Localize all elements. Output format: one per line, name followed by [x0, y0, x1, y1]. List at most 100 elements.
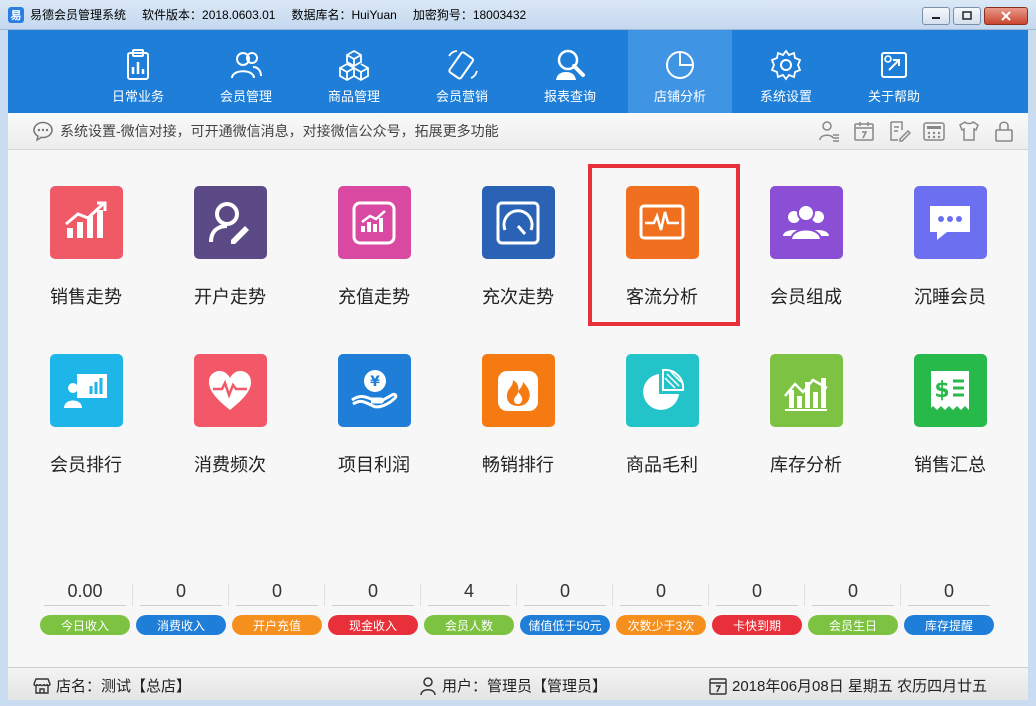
software-version: 软件版本：2018.0603.01	[142, 8, 276, 22]
stat-member-birthday[interactable]: 0 会员生日	[807, 578, 899, 635]
nav-system-settings[interactable]: 系统设置	[734, 30, 838, 113]
nav-member-management[interactable]: 会员管理	[194, 30, 298, 113]
minimize-button[interactable]	[922, 7, 950, 25]
tile-label: 充值走势	[338, 287, 410, 307]
dongle-number: 加密狗号：18003432	[412, 8, 527, 22]
stat-inventory-alert[interactable]: 0 库存提醒	[903, 578, 995, 635]
stat-badge: 消费收入	[136, 615, 226, 635]
tile-bestseller-ranking[interactable]: 畅销排行	[453, 354, 583, 477]
tile-icon-bg	[193, 354, 267, 427]
tile-icon-bg: ¥	[337, 354, 411, 427]
stat-value: 0	[943, 581, 954, 601]
window-controls	[922, 7, 1028, 25]
tile-sales-summary[interactable]: $ 销售汇总	[885, 354, 1015, 477]
tile-label: 沉睡会员	[914, 287, 986, 307]
stat-times-below-3[interactable]: 0 次数少于3次	[615, 578, 707, 635]
calendar-icon[interactable]	[852, 119, 876, 143]
stat-account-recharge[interactable]: 0 开户充值	[231, 578, 323, 635]
keypad-icon[interactable]	[922, 119, 946, 143]
stat-value: 0	[559, 581, 570, 601]
cubes-icon	[339, 49, 369, 82]
receipt-dollar-icon: $	[931, 370, 969, 410]
tile-account-opening-trend[interactable]: 开户走势	[165, 186, 295, 309]
close-button[interactable]	[984, 7, 1028, 25]
tile-label: 销售汇总	[914, 455, 986, 475]
nav-product-management[interactable]: 商品管理	[302, 30, 406, 113]
tile-icon-bg: $	[913, 354, 987, 427]
store-analysis-panel: 销售走势 开户走势 充值走势 充次走势 客流分析 会员组成 沉睡会员 会员排行 …	[8, 150, 1028, 667]
stat-divider	[524, 605, 606, 606]
current-date: 2018年06月08日 星期五 农历四月廿五	[708, 675, 987, 696]
tile-label: 库存分析	[770, 455, 842, 475]
tile-dormant-members[interactable]: 沉睡会员	[885, 186, 1015, 309]
user-edit-icon	[209, 201, 249, 244]
nav-label: 会员营销	[435, 89, 488, 104]
pie-chart-icon	[666, 51, 694, 79]
stat-divider	[140, 605, 222, 606]
hand-coin-icon: ¥	[351, 369, 398, 408]
app-name: 易德会员管理系统	[30, 8, 127, 22]
quick-tools	[817, 119, 1016, 143]
user-list-icon[interactable]	[817, 119, 841, 143]
calendar-icon	[709, 677, 727, 695]
notice-text[interactable]: 系统设置-微信对接，可开通微信消息，对接微信公众号，拓展更多功能	[60, 121, 499, 141]
lock-icon[interactable]	[992, 119, 1016, 143]
rising-bar-chart-icon	[65, 201, 107, 238]
shirt-icon[interactable]	[957, 119, 981, 143]
store-name-text: 店名：测试【总店】	[56, 678, 192, 695]
stat-cash-income[interactable]: 0 现金收入	[327, 578, 419, 635]
pulse-monitor-icon	[639, 204, 685, 239]
chart-frame-icon	[352, 201, 396, 244]
nav-daily-business[interactable]: 日常业务	[86, 30, 190, 113]
stat-badge: 卡快到期	[712, 615, 802, 635]
tile-customer-flow-analysis[interactable]: 客流分析	[597, 186, 727, 309]
svg-text:$: $	[934, 378, 949, 403]
stat-value: 0.00	[67, 581, 103, 601]
search-person-icon	[556, 49, 585, 80]
tile-project-profit[interactable]: ¥ 项目利润	[309, 354, 439, 477]
stat-badge: 次数少于3次	[616, 615, 706, 635]
tile-icon-bg	[625, 186, 699, 259]
stat-badge: 今日收入	[40, 615, 130, 635]
tile-recharge-trend[interactable]: 充值走势	[309, 186, 439, 309]
nav-label: 系统设置	[759, 89, 812, 104]
restore-icon	[962, 11, 972, 20]
stat-value: 0	[847, 581, 858, 601]
tile-icon-bg	[769, 186, 843, 259]
tile-icon-bg	[769, 354, 843, 427]
tile-consumption-frequency[interactable]: 消费频次	[165, 354, 295, 477]
nav-store-analysis[interactable]: 店铺分析	[628, 30, 732, 113]
maximize-button[interactable]	[953, 7, 981, 25]
database-name: 数据库名：HuiYuan	[291, 8, 397, 22]
app-logo-icon: 易	[8, 6, 24, 23]
tile-sales-trend[interactable]: 销售走势	[21, 186, 151, 309]
stat-today-income[interactable]: 0.00 今日收入	[39, 578, 131, 635]
stat-member-count[interactable]: 4 会员人数	[423, 578, 515, 635]
chat-bubble-icon	[33, 121, 53, 142]
nav-report-query[interactable]: 报表查询	[518, 30, 622, 113]
nav-member-marketing[interactable]: 会员营销	[410, 30, 514, 113]
stat-balance-below-50[interactable]: 0 储值低于50元	[519, 578, 611, 635]
edit-document-icon[interactable]	[887, 119, 911, 143]
stat-separator	[228, 584, 229, 606]
nav-about-help[interactable]: 关于帮助	[842, 30, 946, 113]
tile-label: 充次走势	[482, 287, 554, 307]
nav-label: 关于帮助	[867, 89, 920, 104]
stat-value: 0	[175, 581, 186, 601]
stat-value: 0	[271, 581, 282, 601]
tile-icon-bg	[913, 186, 987, 259]
stat-card-expiring[interactable]: 0 卡快到期	[711, 578, 803, 635]
nav-label: 报表查询	[543, 89, 596, 104]
stat-divider	[812, 605, 894, 606]
tile-member-composition[interactable]: 会员组成	[741, 186, 871, 309]
tile-inventory-analysis[interactable]: 库存分析	[741, 354, 871, 477]
clipboard-chart-icon	[127, 49, 149, 80]
gear-icon	[770, 49, 802, 81]
stat-separator	[708, 584, 709, 606]
svg-text:¥: ¥	[370, 374, 380, 390]
tile-member-ranking[interactable]: 会员排行	[21, 354, 151, 477]
store-name: 店名：测试【总店】	[32, 675, 191, 696]
stat-consumption-income[interactable]: 0 消费收入	[135, 578, 227, 635]
tile-product-gross-profit[interactable]: 商品毛利	[597, 354, 727, 477]
tile-times-recharge-trend[interactable]: 充次走势	[453, 186, 583, 309]
